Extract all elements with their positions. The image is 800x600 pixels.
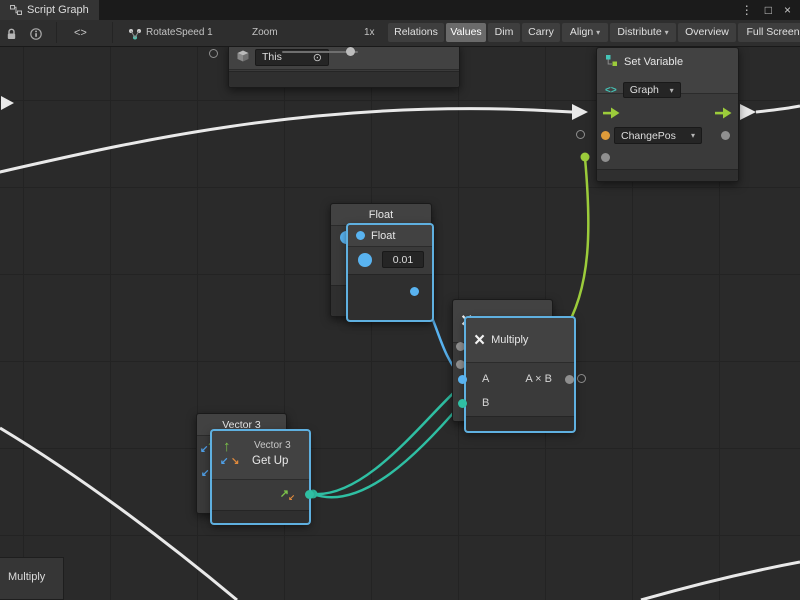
set-variable-footer [597,169,738,181]
chevron-down-icon: ▾ [665,28,669,37]
code-view-icon[interactable]: <> [74,20,87,46]
flow-in-arrow-icon[interactable] [603,106,620,124]
chevron-down-icon: ▾ [691,131,695,140]
toolbar-separator [112,22,113,43]
float-value-field[interactable]: 0.01 [382,251,424,268]
graph-name[interactable]: RotateSpeed 1 [146,20,213,46]
info-icon[interactable] [30,27,42,45]
multiply-icon: × [474,331,485,350]
up-arrow-icon: ↑ [223,439,231,454]
tab-title: Script Graph [27,4,89,16]
float-output-port[interactable] [410,287,419,296]
multiply-title: Multiply [491,334,528,346]
get-up-output-port[interactable] [305,490,314,499]
multiply-back-port-a[interactable] [456,342,465,351]
multiply-input-b-port[interactable] [458,399,467,408]
input-b-label: B [482,397,489,409]
graph-toolbar: <> RotateSpeed 1 Zoom 1x Relations Value… [0,20,800,47]
vector-dl-arrow-icon: ↙ [201,469,209,479]
set-variable-icon [605,54,618,70]
float-node[interactable]: Float 0.01 [347,224,433,321]
get-up-title: Get Up [252,455,288,467]
menu-icon[interactable]: ⋮ [741,0,753,20]
unity-graph-window: Script Graph ⋮ □ × <> RotateSpeed 1 Zoom… [0,0,800,600]
dim-button[interactable]: Dim [488,23,520,42]
cube-icon [237,50,249,65]
toolbar-separator [56,22,57,43]
this-node-left-port[interactable] [209,49,218,58]
graph-asset-icon [128,27,142,45]
dl-arrow-icon: ↙ [220,457,228,467]
set-variable-node[interactable]: Set Variable <> Graph ▾ ChangePos ▾ [596,47,739,182]
variable-output-port[interactable] [721,131,730,140]
float-value-icon [358,253,372,267]
set-variable-left-port[interactable] [576,130,585,139]
chevron-down-icon: ▾ [596,28,600,37]
variable-value-port[interactable] [601,153,610,162]
code-icon: <> [605,85,617,96]
corner-panel: Multiply [0,557,64,600]
float-footer [348,274,432,320]
maximize-icon[interactable]: □ [765,0,772,20]
vector-dl-arrow-icon: ↙ [200,445,208,455]
relations-button[interactable]: Relations [388,23,444,42]
output-label: A × B [525,373,552,385]
align-dropdown[interactable]: Align▾ [562,23,608,42]
distribute-dropdown[interactable]: Distribute▾ [610,23,676,42]
this-node-body [229,71,459,87]
output-dl-arrow-icon: ↙ [288,494,295,502]
values-button[interactable]: Values [446,23,486,42]
overview-button[interactable]: Overview [678,23,736,42]
set-variable-title: Set Variable [624,56,683,68]
variable-name-dropdown[interactable]: ChangePos ▾ [614,127,702,144]
full-screen-button[interactable]: Full Screen [738,23,800,42]
float-type-icon [356,231,365,240]
input-a-label: A [482,373,489,385]
script-graph-icon [10,5,22,15]
get-up-node[interactable]: ↑ ↙ ↘ Vector 3 Get Up ↗ ↙ [211,430,310,524]
close-icon[interactable]: × [784,0,791,20]
multiply-node[interactable]: × Multiply A A × B B [465,317,575,432]
lock-icon[interactable] [6,27,17,45]
get-up-type-label: Vector 3 [254,440,291,451]
multiply-footer [466,416,574,431]
get-up-footer [212,510,309,523]
variable-kind-dropdown[interactable]: Graph ▾ [623,82,681,98]
multiply-output-ring-port[interactable] [577,374,586,383]
tab-script-graph[interactable]: Script Graph [0,0,99,20]
zoom-slider-handle[interactable] [346,47,355,56]
variable-name-port[interactable] [601,131,610,140]
flow-out-arrow-icon[interactable] [715,106,732,124]
multiply-output-port[interactable] [565,375,574,384]
tab-bar: Script Graph ⋮ □ × [0,0,800,20]
dr-arrow-icon: ↘ [231,457,239,467]
multiply-back-port-b[interactable] [456,360,465,369]
window-controls: ⋮ □ × [741,0,800,20]
chevron-down-icon: ▾ [670,86,674,95]
carry-button[interactable]: Carry [522,23,560,42]
float-title: Float [371,230,395,242]
zoom-value: 1x [364,20,375,46]
zoom-label: Zoom [252,20,278,46]
multiply-input-a-port[interactable] [458,375,467,384]
corner-panel-label: Multiply [8,571,45,583]
